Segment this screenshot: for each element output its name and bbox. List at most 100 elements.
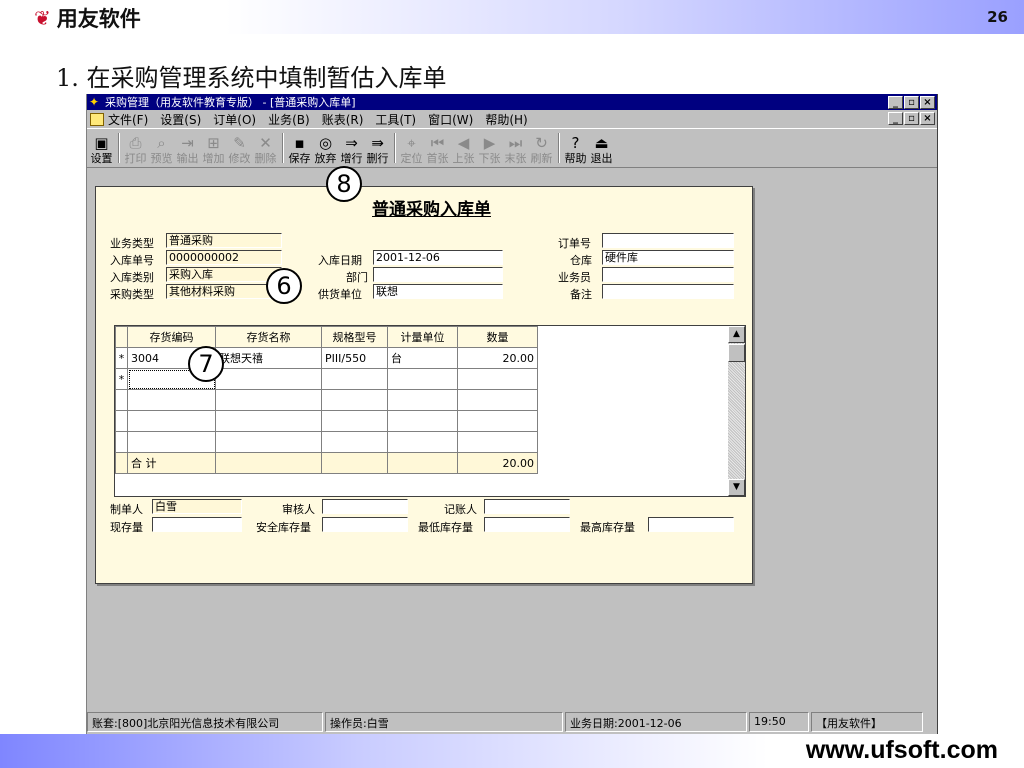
menu-settings[interactable]: 设置(S)	[160, 111, 201, 128]
col-header-spec[interactable]: 规格型号	[321, 326, 388, 348]
toolbar-button-label: 删行	[366, 152, 389, 165]
cell-qty[interactable]	[457, 368, 538, 390]
table-row-empty[interactable]	[115, 410, 538, 432]
callout-8: 8	[326, 166, 362, 202]
close-button[interactable]: ×	[920, 95, 935, 109]
menu-tools[interactable]: 工具(T)	[375, 111, 416, 128]
menu-reports[interactable]: 账表(R)	[322, 111, 364, 128]
clerk-label: 业务员	[558, 271, 591, 284]
menu-help[interactable]: 帮助(H)	[485, 111, 527, 128]
total-label: 合 计	[127, 452, 216, 474]
toolbar-delete-button[interactable]: ✕ 删除	[253, 131, 278, 165]
toolbar-add-row-button[interactable]: ⇒ 增行	[339, 131, 364, 165]
dept-label: 部门	[346, 271, 368, 284]
child-minimize-button[interactable]: _	[888, 112, 903, 125]
dept-field[interactable]	[373, 267, 503, 282]
discard-icon: ◎	[318, 134, 333, 152]
toolbar-button-label: 设置	[90, 152, 113, 165]
toolbar-discard-button[interactable]: ◎ 放弃	[313, 131, 338, 165]
cell-name[interactable]: 联想天禧	[215, 347, 322, 369]
toolbar-button-label: 上张	[452, 152, 475, 165]
table-row[interactable]: *	[115, 368, 538, 390]
toolbar-first-button[interactable]: ⏮ 首张	[425, 131, 450, 165]
child-restore-button[interactable]: ▫	[904, 112, 919, 125]
date-field[interactable]: 2001-12-06	[373, 250, 503, 265]
print-icon: ⎙	[129, 134, 142, 152]
toolbar-next-button[interactable]: ▶ 下张	[477, 131, 502, 165]
table-row-empty[interactable]	[115, 431, 538, 453]
cell-unit[interactable]: 台	[387, 347, 458, 369]
col-header-code[interactable]: 存货编码	[127, 326, 216, 348]
toolbar-exit-button[interactable]: ⏏ 退出	[589, 131, 614, 165]
max-stock-field[interactable]	[648, 517, 734, 532]
stock-field[interactable]	[152, 517, 242, 532]
supplier-field[interactable]: 联想	[373, 284, 503, 299]
toolbar-last-button[interactable]: ⏭ 末张	[503, 131, 528, 165]
date-label: 入库日期	[318, 254, 362, 267]
toolbar-help-button[interactable]: ? 帮助	[563, 131, 588, 165]
toolbar-edit-button[interactable]: ✎ 修改	[227, 131, 252, 165]
table-row[interactable]: * 3004 联想天禧 PIII/550 台 20.00	[115, 347, 538, 369]
toolbar-separator	[394, 133, 396, 163]
export-icon: ⇥	[181, 134, 194, 152]
toolbar-prev-button[interactable]: ◀ 上张	[451, 131, 476, 165]
status-account: 账套:[800]北京阳光信息技术有限公司	[87, 712, 323, 732]
receipt-no-field[interactable]: 0000000002	[166, 250, 282, 265]
order-no-field[interactable]	[602, 233, 734, 248]
bookkeeper-label: 记账人	[444, 503, 477, 516]
col-header-name[interactable]: 存货名称	[215, 326, 322, 348]
logo-icon: ❦	[34, 6, 51, 30]
safety-stock-field[interactable]	[322, 517, 408, 532]
add-row-icon: ⇒	[345, 134, 358, 152]
reviewer-field[interactable]	[322, 499, 408, 514]
menu-order[interactable]: 订单(O)	[213, 111, 256, 128]
supplier-label: 供货单位	[318, 288, 362, 301]
bookkeeper-field[interactable]	[484, 499, 570, 514]
minimize-button[interactable]: _	[888, 95, 903, 109]
purchase-type-field[interactable]: 其他材料采购	[166, 284, 282, 299]
toolbar-locate-button[interactable]: ⌖ 定位	[399, 131, 424, 165]
toolbar-settings-button[interactable]: ▣ 设置	[89, 131, 114, 165]
cell-unit[interactable]	[387, 368, 458, 390]
grid-vertical-scrollbar[interactable]: ▲ ▼	[728, 326, 745, 496]
menu-window[interactable]: 窗口(W)	[428, 111, 473, 128]
toolbar-button-label: 预览	[150, 152, 173, 165]
clerk-field[interactable]	[602, 267, 734, 282]
restore-button[interactable]: ▫	[904, 95, 919, 109]
col-header-qty[interactable]: 数量	[457, 326, 538, 348]
maker-field[interactable]: 白雪	[152, 499, 242, 514]
cell-qty[interactable]: 20.00	[457, 347, 538, 369]
toolbar-preview-button[interactable]: ⌕ 预览	[149, 131, 174, 165]
min-stock-field[interactable]	[484, 517, 570, 532]
col-header-unit[interactable]: 计量单位	[387, 326, 458, 348]
toolbar-export-button[interactable]: ⇥ 输出	[175, 131, 200, 165]
toolbar-print-button[interactable]: ⎙ 打印	[123, 131, 148, 165]
add-icon: ⊞	[207, 134, 220, 152]
receipt-category-label: 入库类别	[110, 271, 154, 284]
note-field[interactable]	[602, 284, 734, 299]
toolbar-delete-row-button[interactable]: ⇛ 删行	[365, 131, 390, 165]
warehouse-label: 仓库	[570, 254, 592, 267]
cell-spec[interactable]	[321, 368, 388, 390]
table-row-empty[interactable]	[115, 389, 538, 411]
menu-business[interactable]: 业务(B)	[268, 111, 310, 128]
toolbar-save-button[interactable]: ▪ 保存	[287, 131, 312, 165]
row-marker: *	[115, 368, 128, 390]
menu-file[interactable]: 文件(F)	[108, 111, 148, 128]
warehouse-field[interactable]: 硬件库	[602, 250, 734, 265]
toolbar-button-label: 下张	[478, 152, 501, 165]
cell-spec[interactable]: PIII/550	[321, 347, 388, 369]
slide-header-bar	[0, 0, 1024, 34]
scroll-down-icon[interactable]: ▼	[728, 479, 745, 496]
toolbar-add-button[interactable]: ⊞ 增加	[201, 131, 226, 165]
maker-label: 制单人	[110, 503, 143, 516]
biz-type-field[interactable]: 普通采购	[166, 233, 282, 248]
toolbar-separator	[118, 133, 120, 163]
cell-name[interactable]	[215, 368, 322, 390]
scroll-up-icon[interactable]: ▲	[728, 326, 745, 343]
child-close-button[interactable]: ×	[920, 112, 935, 125]
receipt-category-field[interactable]: 采购入库	[166, 267, 282, 282]
toolbar-refresh-button[interactable]: ↻ 刷新	[529, 131, 554, 165]
status-brand: 【用友软件】	[811, 712, 923, 732]
scroll-thumb[interactable]	[728, 344, 745, 362]
